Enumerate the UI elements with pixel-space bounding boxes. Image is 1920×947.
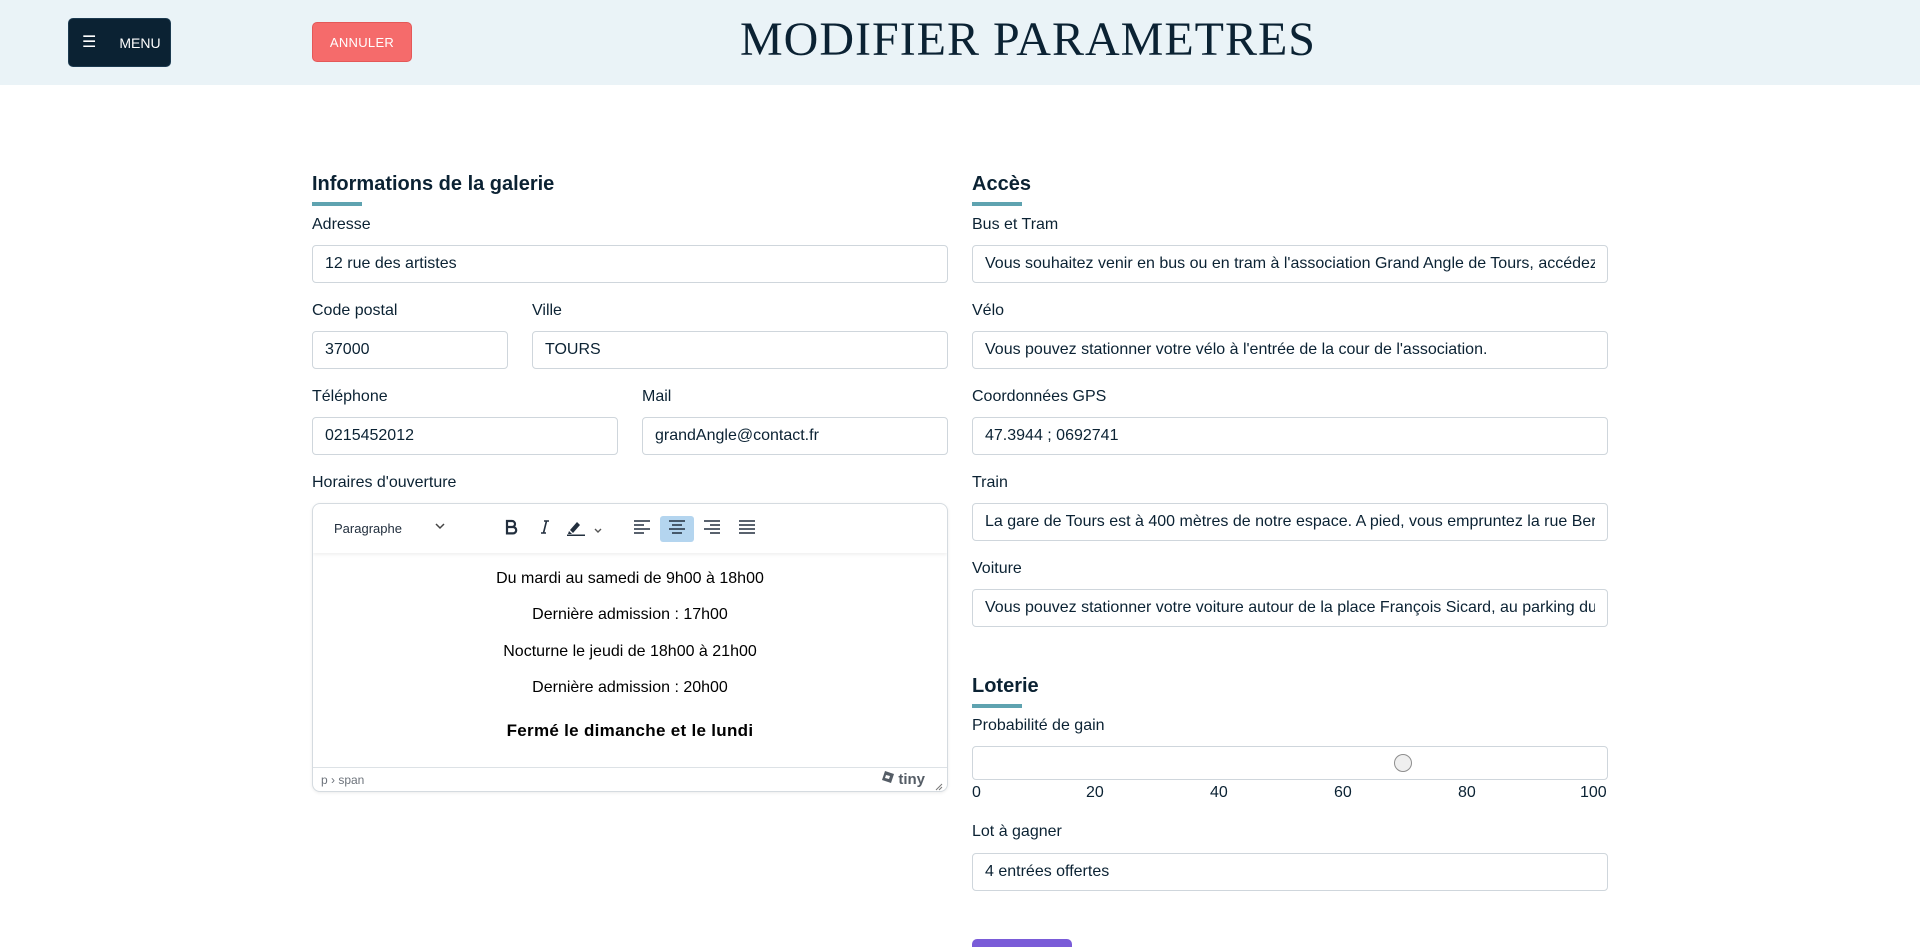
- tiny-logo-icon: [881, 770, 895, 788]
- car-input[interactable]: Vous pouvez stationner votre voiture aut…: [972, 589, 1608, 627]
- editor-line: Du mardi au samedi de 9h00 à 18h00: [496, 570, 764, 587]
- resize-handle-icon[interactable]: [935, 780, 943, 791]
- menu-button[interactable]: ☰ MENU: [68, 18, 171, 67]
- block-format-select[interactable]: Paragraphe: [326, 516, 454, 541]
- slider-tick: 60: [1334, 784, 1352, 801]
- phone-label: Téléphone: [312, 388, 388, 405]
- chevron-down-icon: [434, 521, 446, 534]
- car-label: Voiture: [972, 560, 1022, 577]
- access-section-title: Accès: [972, 173, 1031, 195]
- editor-line: Nocturne le jeudi de 18h00 à 21h00: [503, 643, 757, 660]
- hours-rich-text-editor[interactable]: Paragraphe Du mardi au samedi de 9h00 à …: [312, 503, 948, 792]
- bold-icon: [504, 519, 518, 540]
- block-format-value: Paragraphe: [334, 521, 402, 536]
- editor-content[interactable]: Du mardi au samedi de 9h00 à 18h00 Derni…: [313, 553, 947, 769]
- train-value: La gare de Tours est à 400 mètres de not…: [985, 513, 1595, 530]
- editor-line: Dernière admission : 20h00: [532, 679, 728, 696]
- element-path: p › span: [321, 773, 365, 787]
- align-justify-icon: [738, 519, 756, 539]
- slider-tick: 20: [1086, 784, 1104, 801]
- hamburger-icon: ☰: [82, 33, 97, 51]
- align-justify-button[interactable]: [730, 516, 764, 542]
- lottery-section-title: Loterie: [972, 675, 1039, 697]
- prize-label: Lot à gagner: [972, 823, 1062, 840]
- prize-value: 4 entrées offertes: [985, 863, 1110, 880]
- train-label: Train: [972, 474, 1008, 491]
- bike-value: Vous pouvez stationner votre vélo à l'en…: [985, 341, 1488, 358]
- mail-input[interactable]: grandAngle@contact.fr: [642, 417, 948, 455]
- editor-line: Dernière admission : 17h00: [532, 606, 728, 623]
- bike-input[interactable]: Vous pouvez stationner votre vélo à l'en…: [972, 331, 1608, 369]
- address-label: Adresse: [312, 216, 371, 233]
- chevron-down-icon: [593, 523, 603, 541]
- align-center-button[interactable]: [660, 516, 694, 542]
- page-title: MODIFIER PARAMETRES: [740, 13, 1316, 66]
- car-value: Vous pouvez stationner votre voiture aut…: [985, 599, 1595, 616]
- align-center-icon: [668, 519, 686, 539]
- gps-input[interactable]: 47.3944 ; 0692741: [972, 417, 1608, 455]
- menu-button-label: MENU: [119, 34, 161, 51]
- bus-input[interactable]: Vous souhaitez venir en bus ou en tram à…: [972, 245, 1608, 283]
- tiny-brand[interactable]: tiny: [881, 770, 925, 788]
- slider-tick: 40: [1210, 784, 1228, 801]
- access-title-underline: [972, 202, 1022, 206]
- bold-button[interactable]: [494, 516, 528, 542]
- mail-label: Mail: [642, 388, 672, 405]
- address-value: 12 rue des artistes: [325, 255, 457, 272]
- submit-button[interactable]: [972, 939, 1072, 947]
- address-input[interactable]: 12 rue des artistes: [312, 245, 948, 283]
- train-input[interactable]: La gare de Tours est à 400 mètres de not…: [972, 503, 1608, 541]
- city-value: TOURS: [545, 341, 601, 358]
- slider-tick: 80: [1458, 784, 1476, 801]
- gps-label: Coordonnées GPS: [972, 388, 1107, 405]
- probability-slider[interactable]: [972, 746, 1608, 780]
- phone-value: 0215452012: [325, 427, 414, 444]
- align-left-icon: [633, 519, 651, 539]
- editor-toolbar: Paragraphe: [313, 504, 947, 553]
- hours-label: Horaires d'ouverture: [312, 474, 457, 491]
- editor-status-bar: p › span tiny: [313, 767, 947, 791]
- highlight-color-button[interactable]: [560, 516, 608, 542]
- top-bar: ☰ MENU ANNULER MODIFIER PARAMETRES: [0, 0, 1920, 85]
- phone-input[interactable]: 0215452012: [312, 417, 618, 455]
- probability-label: Probabilité de gain: [972, 717, 1105, 734]
- slider-tick: 0: [972, 784, 981, 801]
- editor-line-bold: Fermé le dimanche et le lundi: [506, 721, 754, 740]
- mail-value: grandAngle@contact.fr: [655, 427, 819, 444]
- postal-code-label: Code postal: [312, 302, 398, 319]
- slider-tick: 100: [1580, 784, 1607, 801]
- bike-label: Vélo: [972, 302, 1005, 319]
- gallery-title-underline: [312, 202, 362, 206]
- bus-label: Bus et Tram: [972, 216, 1059, 233]
- gallery-section-title: Informations de la galerie: [312, 173, 555, 195]
- italic-button[interactable]: [528, 516, 562, 542]
- postal-code-value: 37000: [325, 341, 370, 358]
- prize-input[interactable]: 4 entrées offertes: [972, 853, 1608, 891]
- city-input[interactable]: TOURS: [532, 331, 948, 369]
- align-left-button[interactable]: [625, 516, 659, 542]
- italic-icon: [539, 519, 551, 540]
- tiny-brand-label: tiny: [898, 770, 925, 788]
- lottery-title-underline: [972, 704, 1022, 708]
- align-right-icon: [703, 519, 721, 539]
- bus-value: Vous souhaitez venir en bus ou en tram à…: [985, 255, 1595, 272]
- gps-value: 47.3944 ; 0692741: [985, 427, 1119, 444]
- city-label: Ville: [532, 302, 562, 319]
- postal-code-input[interactable]: 37000: [312, 331, 508, 369]
- highlight-icon: [566, 518, 586, 541]
- slider-thumb[interactable]: [1394, 754, 1413, 772]
- align-right-button[interactable]: [695, 516, 729, 542]
- cancel-button[interactable]: ANNULER: [312, 22, 412, 62]
